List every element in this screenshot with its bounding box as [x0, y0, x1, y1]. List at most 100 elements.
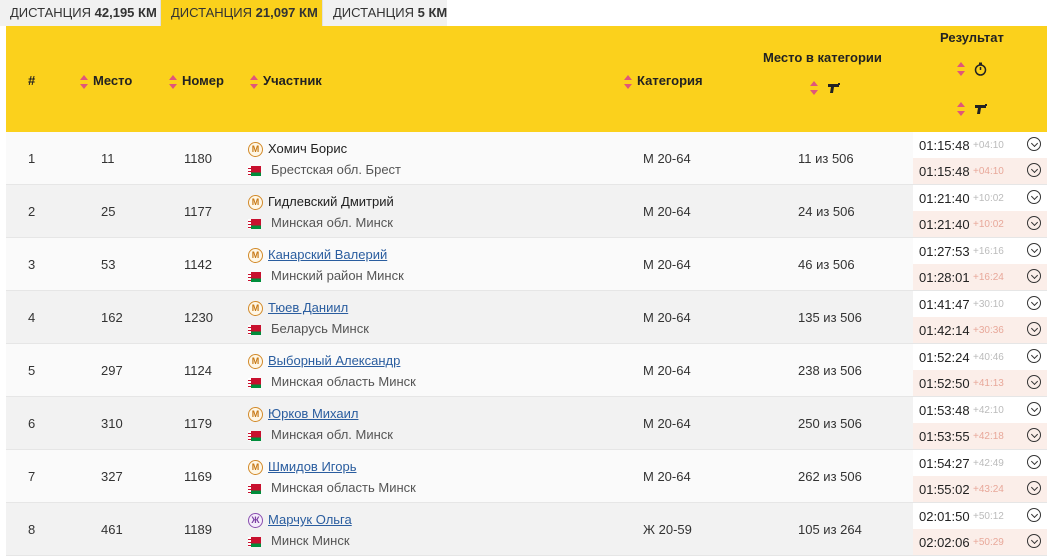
expand-chevron-icon[interactable]	[1027, 508, 1041, 522]
sort-category-button[interactable]: Категория	[624, 73, 703, 89]
expand-chevron-icon[interactable]	[1027, 349, 1041, 363]
participant-line: М Юрков Михаил	[248, 406, 358, 423]
tab-distance-5[interactable]: ДИСТАНЦИЯ 5 КМ	[323, 0, 447, 26]
result-net-time: 01:21:40 +10:02	[913, 185, 1047, 211]
table-row: 8 461 1189 Ж Марчук Ольга Минск Минск Ж 20-59 1…	[6, 503, 1047, 556]
gun-gap: +50:29	[973, 537, 1004, 548]
participant-location: Брестская обл. Брест	[271, 162, 401, 177]
expand-chevron-icon[interactable]	[1027, 534, 1041, 548]
expand-chevron-icon[interactable]	[1027, 322, 1041, 336]
expand-chevron-icon[interactable]	[1027, 163, 1041, 177]
participant-location: Минская область Минск	[271, 480, 416, 495]
expand-chevron-icon[interactable]	[1027, 428, 1041, 442]
expand-chevron-icon[interactable]	[1027, 243, 1041, 257]
gun-gap: +10:02	[973, 219, 1004, 230]
belarus-flag-icon	[248, 377, 261, 388]
gender-badge-icon: М	[248, 248, 263, 264]
sort-number-button[interactable]: Номер	[169, 73, 224, 89]
expand-chevron-icon[interactable]	[1027, 375, 1041, 389]
expand-chevron-icon[interactable]	[1027, 402, 1041, 416]
gender-badge-icon: М	[248, 407, 263, 423]
gun-time: 01:21:40	[919, 217, 970, 232]
net-time: 02:01:50	[919, 509, 970, 524]
participant-name[interactable]: Юрков Михаил	[268, 406, 358, 421]
table-row: 1 11 1180 М Хомич Борис Брестская обл. Брест М…	[6, 132, 1047, 185]
participant-line: М Выборный Александр	[248, 353, 400, 370]
gender-badge-icon: М	[248, 354, 263, 370]
row-category: М 20-64	[643, 363, 691, 378]
participant-location: Минский район Минск	[271, 268, 404, 283]
result-net-time: 01:52:24 +40:46	[913, 344, 1047, 370]
sort-place-button[interactable]: Место	[80, 73, 132, 89]
table-row: 5 297 1124 М Выборный Александр Минская облас…	[6, 344, 1047, 397]
participant-name[interactable]: Марчук Ольга	[268, 512, 352, 527]
header-participant: Участник	[263, 73, 322, 88]
tab-prefix: ДИСТАНЦИЯ	[333, 5, 418, 20]
location-line: Минская обл. Минск	[248, 427, 393, 442]
sort-result-gun-button[interactable]	[957, 100, 988, 116]
net-gap: +42:49	[973, 458, 1004, 469]
row-category-place: 238 из 506	[798, 363, 862, 378]
belarus-flag-icon	[248, 165, 261, 176]
row-category: М 20-64	[643, 469, 691, 484]
row-number: 1169	[184, 469, 212, 484]
participant-name[interactable]: Шмидов Игорь	[268, 459, 356, 474]
location-line: Минская обл. Минск	[248, 215, 393, 230]
row-category: М 20-64	[643, 151, 691, 166]
tab-distance-42[interactable]: ДИСТАНЦИЯ 42,195 КМ	[0, 0, 161, 26]
sort-icon	[810, 80, 819, 95]
gun-gap: +41:13	[973, 378, 1004, 389]
results-table: # Место Номер Участник Категория Место в…	[6, 26, 1047, 556]
net-gap: +40:46	[973, 352, 1004, 363]
row-category-place: 24 из 506	[798, 204, 855, 219]
row-category-place: 11 из 506	[798, 151, 854, 166]
row-index: 2	[28, 204, 36, 219]
belarus-flag-icon	[248, 324, 261, 335]
row-category: Ж 20-59	[643, 522, 692, 537]
gun-gap: +43:24	[973, 484, 1004, 495]
sort-result-time-button[interactable]	[957, 60, 987, 76]
participant-line: М Шмидов Игорь	[248, 459, 356, 476]
table-row: 7 327 1169 М Шмидов Игорь Минская область Мин…	[6, 450, 1047, 503]
participant-name[interactable]: Канарский Валерий	[268, 247, 387, 262]
header-index: #	[28, 73, 36, 88]
participant-name[interactable]: Выборный Александр	[268, 353, 400, 368]
header-category: Категория	[637, 73, 703, 88]
gun-gap: +16:24	[973, 272, 1004, 283]
tab-distance-21[interactable]: ДИСТАНЦИЯ 21,097 КМ	[161, 0, 323, 26]
result-gun-time: 01:52:50 +41:13	[913, 370, 1047, 396]
gender-badge-icon: М	[248, 301, 263, 317]
location-line: Минская область Минск	[248, 480, 416, 495]
location-line: Минск Минск	[248, 533, 350, 548]
result-net-time: 01:27:53 +16:16	[913, 238, 1047, 264]
row-category-place: 135 из 506	[798, 310, 862, 325]
sort-category-place-button[interactable]	[810, 79, 841, 95]
row-number: 1142	[184, 257, 212, 272]
tab-prefix: ДИСТАНЦИЯ	[171, 5, 256, 20]
result-net-time: 02:01:50 +50:12	[913, 503, 1047, 529]
expand-chevron-icon[interactable]	[1027, 216, 1041, 230]
row-place: 327	[101, 469, 123, 484]
belarus-flag-icon	[248, 483, 261, 494]
expand-chevron-icon[interactable]	[1027, 296, 1041, 310]
row-place: 162	[101, 310, 123, 325]
row-place: 310	[101, 416, 123, 431]
participant-name[interactable]: Тюев Даниил	[268, 300, 348, 315]
net-time: 01:15:48	[919, 138, 970, 153]
starter-pistol-icon	[827, 82, 840, 93]
result-net-time: 01:53:48 +42:10	[913, 397, 1047, 423]
net-gap: +30:10	[973, 299, 1004, 310]
expand-chevron-icon[interactable]	[1027, 481, 1041, 495]
participant-location: Минская обл. Минск	[271, 427, 393, 442]
expand-chevron-icon[interactable]	[1027, 137, 1041, 151]
row-place: 25	[101, 204, 116, 219]
row-number: 1179	[184, 416, 212, 431]
expand-chevron-icon[interactable]	[1027, 190, 1041, 204]
expand-chevron-icon[interactable]	[1027, 455, 1041, 469]
expand-chevron-icon[interactable]	[1027, 269, 1041, 283]
net-time: 01:53:48	[919, 403, 970, 418]
sort-participant-button[interactable]: Участник	[250, 73, 322, 89]
row-index: 8	[28, 522, 36, 537]
location-line: Брестская обл. Брест	[248, 162, 401, 177]
distance-tabs: ДИСТАНЦИЯ 42,195 КМ ДИСТАНЦИЯ 21,097 КМ …	[0, 0, 1057, 26]
